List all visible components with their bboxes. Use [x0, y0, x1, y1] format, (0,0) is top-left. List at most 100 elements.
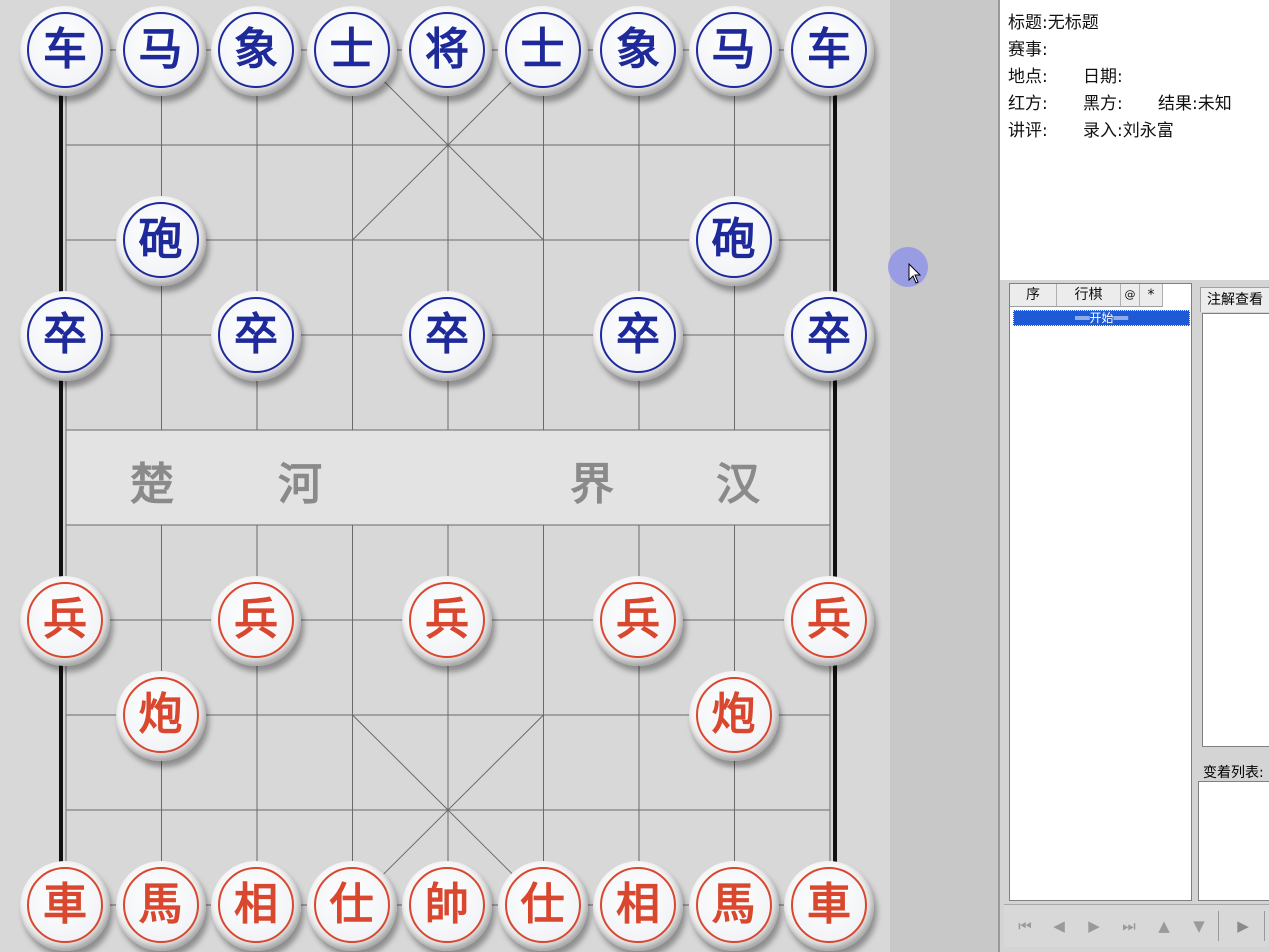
col-header-at[interactable]: @ — [1121, 284, 1140, 307]
piece-label: 兵 — [425, 594, 469, 645]
piece-label: 兵 — [616, 594, 660, 645]
piece-label: 炮 — [711, 689, 756, 740]
red-horse-right-piece[interactable]: 馬 — [688, 861, 779, 951]
piece-label: 仕 — [520, 879, 565, 930]
variations-label: 变着列表: — [1203, 765, 1264, 781]
move-row-start[interactable]: ══开始══ — [1013, 310, 1190, 326]
red-soldier-5-piece[interactable]: 兵 — [784, 576, 874, 666]
col-header-index[interactable]: 序 — [1010, 284, 1057, 307]
black-horse-left-piece[interactable]: 马 — [115, 6, 206, 96]
piece-label: 兵 — [234, 594, 278, 645]
entry-value: 刘永富 — [1122, 121, 1174, 141]
black-cannon-left-piece[interactable]: 砲 — [115, 196, 206, 286]
piece-label: 炮 — [138, 689, 183, 740]
red-soldier-1-piece[interactable]: 兵 — [20, 576, 110, 666]
black-player-label: 黑方: — [1083, 94, 1123, 114]
black-elephant-left-piece[interactable]: 象 — [211, 6, 301, 96]
event-line: 赛事: — [1008, 35, 1048, 60]
piece-label: 车 — [807, 24, 851, 75]
piece-label: 卒 — [234, 309, 278, 360]
red-horse-left-piece[interactable]: 馬 — [115, 861, 206, 951]
piece-label: 象 — [234, 24, 278, 75]
river-char-han: 汉 — [716, 459, 760, 510]
mouse-pointer-icon — [908, 263, 922, 284]
event-label: 赛事: — [1008, 40, 1048, 60]
move-list[interactable]: 序 行棋 @ * ══开始══ — [1009, 283, 1192, 901]
col-header-move[interactable]: 行棋 — [1057, 284, 1121, 307]
tab-notes[interactable]: 注解查看 — [1200, 287, 1269, 312]
river-char-jie: 界 — [570, 459, 614, 510]
piece-label: 馬 — [138, 879, 183, 930]
black-chariot-right-piece[interactable]: 车 — [784, 6, 874, 96]
black-horse-right-piece[interactable]: 马 — [688, 6, 779, 96]
piece-label: 仕 — [329, 879, 374, 930]
black-cannon-right-piece[interactable]: 砲 — [688, 196, 779, 286]
black-elephant-right-piece[interactable]: 象 — [593, 6, 683, 96]
comment-line: 讲评: 录入:刘永富 — [1008, 116, 1174, 141]
title-line: 标题:无标题 — [1008, 8, 1099, 33]
entry-field: 录入:刘永富 — [1083, 116, 1174, 141]
last-move-button[interactable]: ⏭ — [1116, 913, 1142, 939]
piece-label: 帥 — [425, 879, 469, 930]
piece-label: 象 — [616, 24, 660, 75]
notes-textarea[interactable] — [1202, 313, 1269, 747]
title-label: 标题: — [1008, 13, 1048, 33]
toolbar-separator — [1218, 911, 1219, 941]
players-line: 红方: 黑方: 结果:未知 — [1008, 89, 1232, 114]
river-char-he: 河 — [278, 459, 322, 510]
piece-label: 卒 — [43, 309, 87, 360]
piece-label: 马 — [711, 24, 756, 75]
piece-label: 砲 — [711, 214, 756, 265]
variation-down-button[interactable]: ▼ — [1186, 913, 1212, 939]
red-chariot-left-piece[interactable]: 車 — [20, 861, 110, 951]
piece-label: 車 — [43, 879, 87, 930]
piece-label: 士 — [329, 24, 374, 75]
place-label: 地点: — [1008, 67, 1048, 87]
red-soldier-2-piece[interactable]: 兵 — [211, 576, 301, 666]
black-advisor-left-piece[interactable]: 士 — [306, 6, 397, 96]
play-button[interactable]: ▶ — [1230, 913, 1256, 939]
red-advisor-left-piece[interactable]: 仕 — [306, 861, 397, 951]
river-char-chu: 楚 — [130, 459, 174, 510]
next-move-button[interactable]: ▶ — [1081, 913, 1107, 939]
piece-label: 卒 — [425, 309, 469, 360]
red-chariot-right-piece[interactable]: 車 — [784, 861, 874, 951]
toolbar-separator — [1264, 911, 1265, 941]
piece-label: 馬 — [711, 879, 756, 930]
black-soldier-5-piece[interactable]: 卒 — [784, 291, 874, 381]
red-general-piece[interactable]: 帥 — [402, 861, 492, 951]
col-header-star[interactable]: * — [1140, 284, 1163, 307]
black-soldier-3-piece[interactable]: 卒 — [402, 291, 492, 381]
black-soldier-2-piece[interactable]: 卒 — [211, 291, 301, 381]
variation-up-button[interactable]: ▲ — [1151, 913, 1177, 939]
place-line: 地点: 日期: — [1008, 62, 1123, 87]
comment-label: 讲评: — [1008, 121, 1048, 141]
piece-label: 兵 — [807, 594, 851, 645]
board-margin — [890, 0, 998, 952]
piece-label: 马 — [138, 24, 183, 75]
result-value: 未知 — [1197, 94, 1232, 114]
piece-label: 兵 — [43, 594, 87, 645]
piece-label: 相 — [234, 879, 278, 930]
previous-move-button[interactable]: ◀ — [1046, 913, 1072, 939]
piece-label: 士 — [520, 24, 565, 75]
red-cannon-right-piece[interactable]: 炮 — [688, 671, 779, 761]
entry-label: 录入: — [1083, 121, 1123, 141]
red-advisor-right-piece[interactable]: 仕 — [497, 861, 588, 951]
piece-label: 车 — [43, 24, 87, 75]
piece-label: 相 — [616, 879, 660, 930]
piece-label: 卒 — [807, 309, 851, 360]
red-soldier-4-piece[interactable]: 兵 — [593, 576, 683, 666]
red-elephant-right-piece[interactable]: 相 — [593, 861, 683, 951]
black-chariot-left-piece[interactable]: 车 — [20, 6, 110, 96]
black-soldier-1-piece[interactable]: 卒 — [20, 291, 110, 381]
first-move-button[interactable]: ⏮ — [1012, 913, 1038, 939]
red-soldier-3-piece[interactable]: 兵 — [402, 576, 492, 666]
black-soldier-4-piece[interactable]: 卒 — [593, 291, 683, 381]
red-elephant-left-piece[interactable]: 相 — [211, 861, 301, 951]
black-general-piece[interactable]: 将 — [402, 6, 492, 96]
red-cannon-left-piece[interactable]: 炮 — [115, 671, 206, 761]
variations-list[interactable] — [1198, 781, 1269, 901]
black-advisor-right-piece[interactable]: 士 — [497, 6, 588, 96]
game-info-panel: 标题:无标题 赛事: 地点: 日期: 红方: 黑方: 结果:未知 讲评: 录入:… — [998, 0, 1269, 280]
